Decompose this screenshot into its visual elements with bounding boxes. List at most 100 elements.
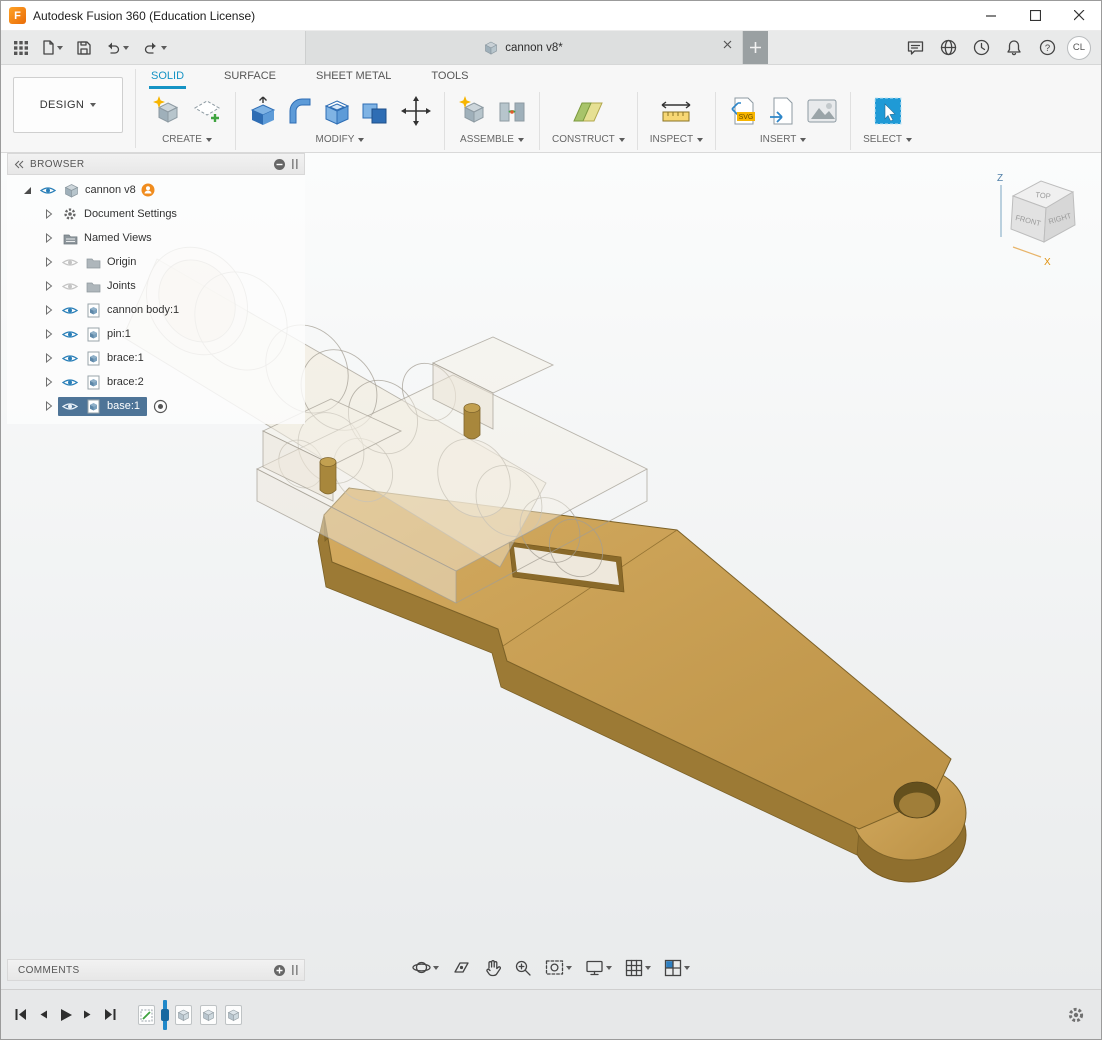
- fillet-icon[interactable]: [286, 95, 314, 127]
- expander-expanded-icon[interactable]: [21, 186, 33, 195]
- visibility-eye-icon[interactable]: [39, 185, 57, 196]
- timeline-track[interactable]: [138, 1000, 242, 1030]
- tab-tools[interactable]: TOOLS: [429, 65, 470, 89]
- expander-collapsed-icon[interactable]: [43, 305, 55, 315]
- group-assemble-dropdown[interactable]: ASSEMBLE: [460, 134, 524, 145]
- file-menu-button[interactable]: [37, 36, 68, 59]
- web-button[interactable]: [935, 35, 961, 61]
- expander-collapsed-icon[interactable]: [43, 377, 55, 387]
- group-select-dropdown[interactable]: SELECT: [863, 134, 912, 145]
- visibility-eye-icon[interactable]: [61, 377, 79, 388]
- tab-surface[interactable]: SURFACE: [222, 65, 278, 89]
- expander-collapsed-icon[interactable]: [43, 257, 55, 267]
- notifications-button[interactable]: [1001, 35, 1027, 61]
- new-component-icon[interactable]: [151, 95, 183, 127]
- tree-row-origin[interactable]: Origin: [7, 250, 305, 274]
- pan-button[interactable]: [482, 957, 503, 979]
- visibility-eye-off-icon[interactable]: [61, 257, 79, 268]
- browser-minimize-button[interactable]: [269, 158, 290, 171]
- grid-settings-button[interactable]: [623, 957, 653, 979]
- press-pull-icon[interactable]: [248, 95, 278, 127]
- browser-drag-grip[interactable]: [290, 159, 304, 169]
- tree-row-cannon-body[interactable]: cannon body:1: [7, 298, 305, 322]
- tree-row-joints[interactable]: Joints: [7, 274, 305, 298]
- row-label: cannon body:1: [107, 304, 179, 316]
- tree-row-base[interactable]: base:1: [7, 394, 305, 418]
- minimize-button[interactable]: [969, 1, 1013, 31]
- tab-solid[interactable]: SOLID: [149, 65, 186, 89]
- go-to-end-button[interactable]: [103, 1007, 118, 1022]
- canvas-image-icon[interactable]: [806, 96, 838, 126]
- undo-button[interactable]: [100, 37, 134, 58]
- tree-row-brace-1[interactable]: brace:1: [7, 346, 305, 370]
- timeline-feature-component[interactable]: [200, 1005, 217, 1025]
- tree-row-brace-2[interactable]: brace:2: [7, 370, 305, 394]
- workspace-selector[interactable]: DESIGN: [13, 77, 123, 133]
- visibility-eye-off-icon[interactable]: [61, 281, 79, 292]
- tab-close-button[interactable]: [723, 40, 732, 49]
- tree-row-root[interactable]: cannon v8: [7, 178, 305, 202]
- insert-svg-icon[interactable]: SVG: [728, 95, 760, 127]
- move-icon[interactable]: [400, 95, 432, 127]
- maximize-button[interactable]: [1013, 1, 1057, 31]
- group-modify-dropdown[interactable]: MODIFY: [316, 134, 365, 145]
- step-back-button[interactable]: [37, 1007, 49, 1022]
- combine-icon[interactable]: [360, 95, 392, 127]
- expander-collapsed-icon[interactable]: [43, 401, 55, 411]
- group-insert-dropdown[interactable]: INSERT: [760, 134, 807, 145]
- visibility-eye-icon[interactable]: [61, 353, 79, 364]
- job-status-button[interactable]: [968, 35, 994, 61]
- expander-collapsed-icon[interactable]: [43, 353, 55, 363]
- tab-sheet-metal[interactable]: SHEET METAL: [314, 65, 393, 89]
- expander-collapsed-icon[interactable]: [43, 329, 55, 339]
- app-grid-button[interactable]: [9, 37, 33, 59]
- expander-collapsed-icon[interactable]: [43, 233, 55, 243]
- display-settings-button[interactable]: [583, 957, 614, 979]
- redo-button[interactable]: [138, 37, 172, 58]
- timeline-feature-component[interactable]: [175, 1005, 192, 1025]
- group-create-dropdown[interactable]: CREATE: [162, 134, 212, 145]
- tree-row-pin[interactable]: pin:1: [7, 322, 305, 346]
- timeline-position-marker[interactable]: [163, 1000, 167, 1030]
- collapse-panel-button[interactable]: [8, 160, 30, 169]
- timeline-feature-sketch[interactable]: [138, 1005, 155, 1025]
- view-cube[interactable]: Z X TOP FRONT RIGHT: [997, 173, 1075, 268]
- timeline-feature-component[interactable]: [225, 1005, 242, 1025]
- orbit-button[interactable]: [410, 956, 441, 979]
- activate-component-radio[interactable]: [153, 399, 168, 414]
- shell-icon[interactable]: [322, 95, 352, 127]
- timeline-settings-button[interactable]: [1067, 1006, 1101, 1024]
- group-construct-dropdown[interactable]: CONSTRUCT: [552, 134, 625, 145]
- construct-plane-icon[interactable]: [571, 95, 605, 127]
- help-button[interactable]: ?: [1034, 35, 1060, 61]
- visibility-eye-icon[interactable]: [61, 305, 79, 316]
- create-sketch-icon[interactable]: [191, 95, 223, 127]
- viewports-button[interactable]: [662, 957, 692, 979]
- step-forward-button[interactable]: [82, 1007, 94, 1022]
- look-at-button[interactable]: [450, 957, 473, 978]
- insert-derive-icon[interactable]: [768, 95, 798, 127]
- comments-button[interactable]: [902, 35, 928, 61]
- user-avatar[interactable]: CL: [1067, 36, 1091, 60]
- close-button[interactable]: [1057, 1, 1101, 31]
- new-tab-button[interactable]: [743, 31, 768, 64]
- zoom-button[interactable]: [512, 957, 534, 979]
- comments-expand-button[interactable]: [269, 964, 290, 977]
- expander-collapsed-icon[interactable]: [43, 209, 55, 219]
- tree-row-named-views[interactable]: Named Views: [7, 226, 305, 250]
- fit-button[interactable]: [543, 957, 574, 979]
- document-tab[interactable]: cannon v8*: [305, 31, 743, 64]
- measure-icon[interactable]: [659, 95, 693, 127]
- tree-row-document-settings[interactable]: Document Settings: [7, 202, 305, 226]
- visibility-eye-icon[interactable]: [61, 401, 79, 412]
- visibility-eye-icon[interactable]: [61, 329, 79, 340]
- go-to-start-button[interactable]: [13, 1007, 28, 1022]
- group-inspect-dropdown[interactable]: INSPECT: [650, 134, 703, 145]
- expander-collapsed-icon[interactable]: [43, 281, 55, 291]
- play-button[interactable]: [58, 1007, 73, 1023]
- assemble-new-component-icon[interactable]: [457, 95, 489, 127]
- save-button[interactable]: [72, 37, 96, 59]
- joint-icon[interactable]: [497, 95, 527, 127]
- comments-drag-grip[interactable]: [290, 965, 304, 975]
- select-icon[interactable]: [872, 95, 904, 127]
